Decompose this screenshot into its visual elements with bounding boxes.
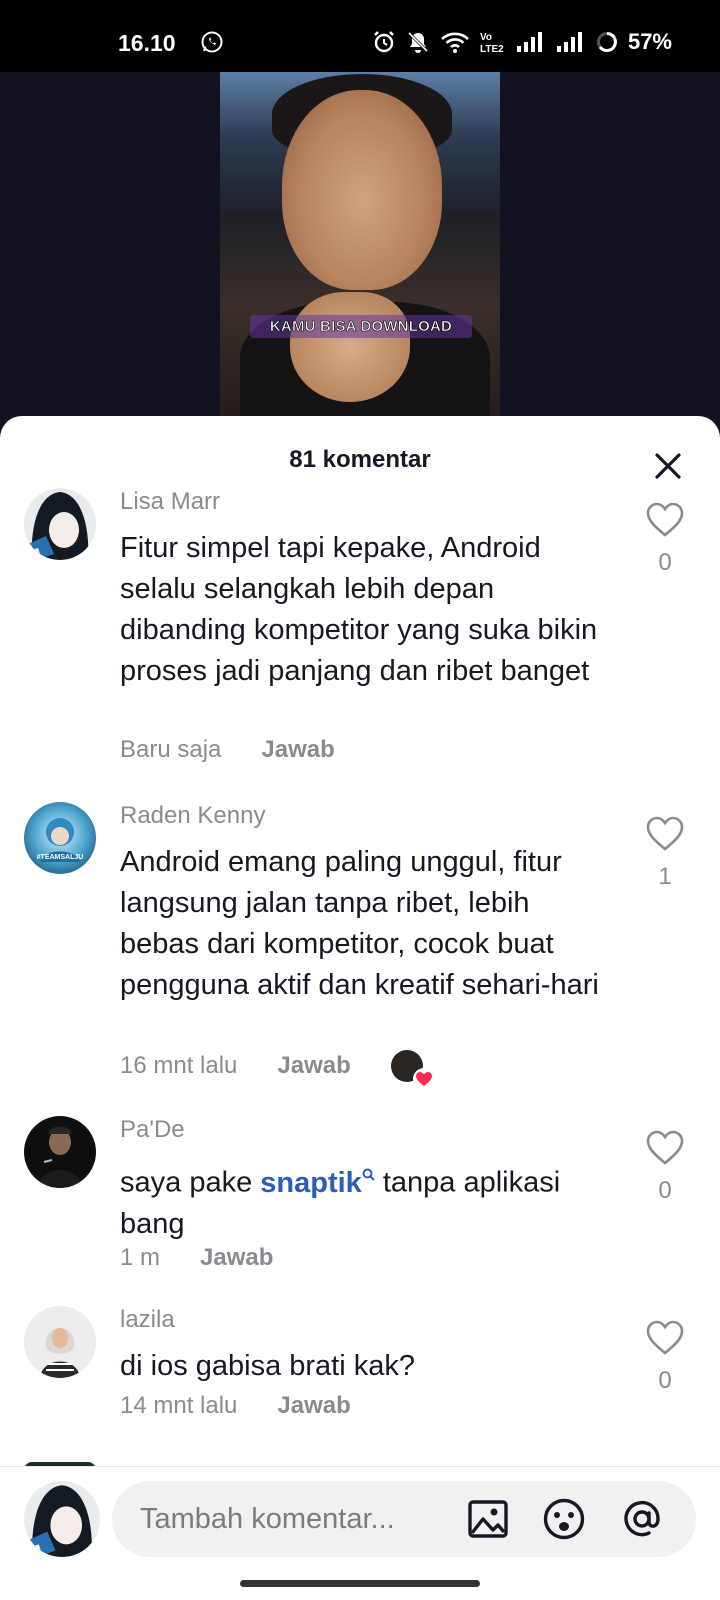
comment-username[interactable]: lazila [120,1306,175,1334]
comment-meta: 16 mnt lalu Jawab [120,1050,435,1090]
my-avatar [24,1481,100,1557]
comment-time: 16 mnt lalu [120,1052,238,1079]
close-icon [655,453,681,479]
search-link-label: snaptik [260,1166,362,1199]
comment-input[interactable]: Tambah komentar... [112,1481,696,1557]
like-count: 1 [658,863,672,890]
whatsapp-icon [201,31,223,53]
search-icon [362,1168,375,1181]
video-hand [290,292,410,402]
avatar[interactable] [24,488,96,560]
comment-item: #TEAMSALJU Raden Kenny Android emang pal… [0,802,720,1102]
avatar-image: #TEAMSALJU [24,802,96,874]
status-icons: Vo LTE2 57% [372,28,672,56]
close-button[interactable] [648,446,688,486]
svg-text:LTE2: LTE2 [480,44,504,54]
mute-icon [407,31,429,53]
comment-username[interactable]: Lisa Marr [120,488,220,516]
comment-item: Pa'De saya pake snaptik tanpa aplikasi b… [0,1116,720,1286]
comment-username[interactable]: Raden Kenny [120,802,265,830]
comment-text: saya pake snaptik tanpa aplikasi bang [120,1156,615,1245]
svg-text:#TEAMSALJU: #TEAMSALJU [37,854,84,861]
creator-liked-avatar [390,1050,435,1090]
alarm-icon [374,31,394,53]
comment-time: 1 m [120,1244,161,1271]
video-face [282,90,442,290]
comment-meta: 1 m Jawab [120,1244,273,1272]
system-nav-bar [0,1567,720,1600]
signal-icon [516,32,542,52]
comment-input-placeholder: Tambah komentar... [140,1503,395,1535]
signal-icon [556,32,582,52]
battery-icon [596,32,617,52]
home-gesture-pill[interactable] [240,1580,480,1587]
image-icon[interactable] [466,1497,510,1541]
avatar-image [24,488,96,560]
avatar-image [24,1116,96,1188]
volte-icon: Vo LTE2 [480,32,504,54]
like-button[interactable]: 0 [640,502,690,577]
battery-percent: 57% [627,29,672,54]
comment-meta: 14 mnt lalu Jawab [120,1392,351,1420]
like-count: 0 [658,1177,672,1204]
reply-button[interactable]: Jawab [277,1052,350,1080]
like-count: 0 [658,1367,672,1394]
reply-button[interactable]: Jawab [200,1244,273,1272]
video-background[interactable]: KAMU BISA DOWNLOAD [0,72,720,432]
comment-text: di ios gabisa brati kak? [120,1350,415,1382]
comments-sheet: 81 komentar Lisa Marr Fitur simpel tapi … [0,416,720,1600]
status-bar: 16.10 Vo LTE2 57% [0,0,720,72]
avatar[interactable] [24,1306,96,1378]
mention-icon[interactable] [620,1497,664,1541]
comment-text: Fitur simpel tapi kepake, Android selalu… [120,532,598,687]
heart-icon [646,1130,684,1165]
comment-item: Lisa Marr Fitur simpel tapi kepake, Andr… [0,488,720,788]
like-button[interactable]: 0 [640,1320,690,1395]
video-caption: KAMU BISA DOWNLOAD [250,315,472,338]
comments-count-title: 81 komentar [289,446,431,473]
like-count: 0 [658,549,672,576]
like-button[interactable]: 0 [640,1130,690,1205]
reply-button[interactable]: Jawab [277,1392,350,1420]
like-button[interactable]: 1 [640,816,690,891]
comment-time: 14 mnt lalu [120,1392,238,1419]
comment-composer: Tambah komentar... [0,1467,720,1567]
avatar-image [24,1306,96,1378]
heart-icon [646,1320,684,1355]
comment-item: lazila di ios gabisa brati kak? 14 mnt l… [0,1306,720,1436]
search-link[interactable]: snaptik [260,1167,375,1199]
status-time: 16.10 [118,30,176,56]
comment-meta: Baru saja Jawab [120,736,335,764]
reply-button[interactable]: Jawab [261,736,334,764]
avatar[interactable] [24,1116,96,1188]
emoji-icon[interactable] [542,1497,586,1541]
creator-heart-icon [412,1068,435,1090]
heart-icon [646,502,684,537]
video-player[interactable]: KAMU BISA DOWNLOAD [220,72,500,432]
comment-time: Baru saja [120,736,222,763]
comment-text: Android emang paling unggul, fitur langs… [120,846,599,1001]
wifi-icon [441,32,469,53]
svg-text:Vo: Vo [480,32,492,43]
avatar[interactable]: #TEAMSALJU [24,802,96,874]
comment-text-part: saya pake [120,1166,261,1199]
my-avatar-image [24,1481,100,1557]
comment-username[interactable]: Pa'De [120,1116,185,1144]
heart-icon [646,816,684,851]
